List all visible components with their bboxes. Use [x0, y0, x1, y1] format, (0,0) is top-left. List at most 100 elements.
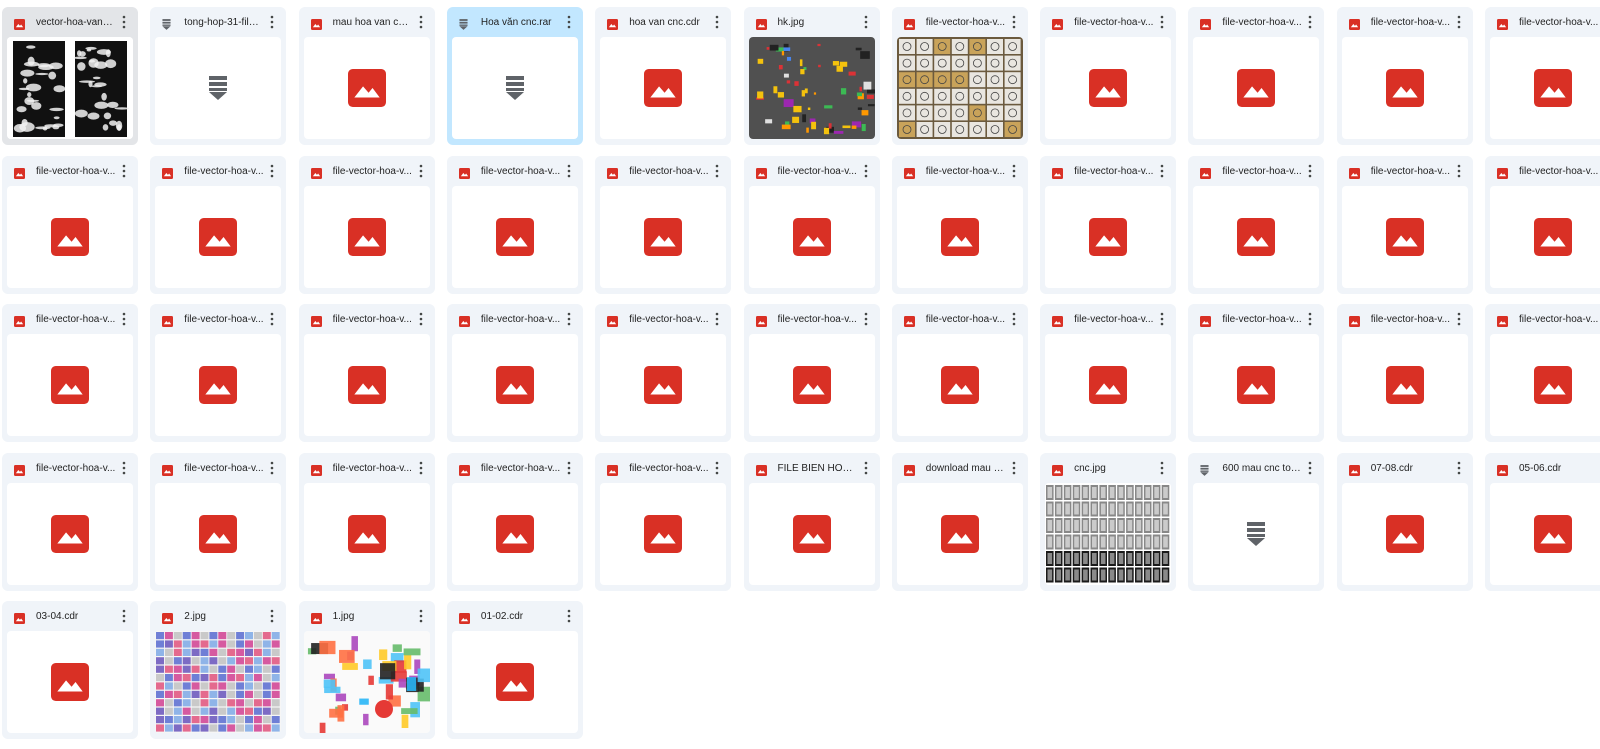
file-card[interactable]: file-vector-hoa-v... — [1336, 304, 1473, 442]
file-thumbnail[interactable] — [600, 482, 727, 585]
file-card[interactable]: file-vector-hoa-v... — [891, 155, 1028, 294]
file-card-header[interactable]: file-vector-hoa-v... — [892, 304, 1028, 332]
file-card[interactable]: file-vector-hoa-v... — [298, 452, 435, 591]
more-options-icon[interactable] — [711, 14, 723, 30]
file-card[interactable]: download mau h... — [891, 452, 1028, 591]
file-card-header[interactable]: file-vector-hoa-v... — [1188, 156, 1324, 184]
file-card-header[interactable]: file-vector-hoa-v... — [150, 156, 286, 184]
file-card-header[interactable]: file-vector-hoa-v... — [892, 156, 1028, 184]
more-options-icon[interactable] — [1156, 163, 1168, 179]
more-options-icon[interactable] — [266, 163, 278, 179]
file-card-header[interactable]: file-vector-hoa-v... — [150, 453, 286, 481]
file-thumbnail[interactable] — [451, 482, 578, 585]
file-card-header[interactable]: hk.jpg — [744, 7, 880, 35]
file-thumbnail[interactable] — [600, 334, 727, 436]
file-card[interactable]: file-vector-hoa-v... — [891, 304, 1028, 442]
more-options-icon[interactable] — [266, 608, 278, 624]
file-thumbnail[interactable] — [303, 37, 430, 139]
file-card[interactable]: vector-hoa-van-l... — [2, 7, 138, 145]
file-thumbnail[interactable] — [896, 37, 1023, 139]
file-thumbnail[interactable] — [7, 482, 133, 585]
file-card-header[interactable]: file-vector-hoa-v... — [1337, 7, 1473, 35]
file-card[interactable]: file-vector-hoa-v... — [1485, 304, 1600, 442]
file-card-header[interactable]: 01-02.cdr — [447, 601, 583, 629]
file-card-header[interactable]: 1.jpg — [299, 601, 435, 629]
more-options-icon[interactable] — [860, 311, 872, 327]
file-thumbnail[interactable] — [896, 482, 1023, 585]
more-options-icon[interactable] — [118, 163, 130, 179]
file-card-header[interactable]: file-vector-hoa-v... — [1040, 156, 1176, 184]
more-options-icon[interactable] — [1304, 311, 1316, 327]
more-options-icon[interactable] — [1453, 460, 1465, 476]
file-card-header[interactable]: file-vector-hoa-v... — [744, 304, 880, 332]
file-card-header[interactable]: hoa van cnc.cdr — [595, 7, 731, 35]
file-card-header[interactable]: file-vector-hoa-v... — [892, 7, 1028, 35]
file-thumbnail[interactable] — [1045, 185, 1172, 288]
file-card[interactable]: FILE BIEN HONG ... — [743, 452, 880, 591]
more-options-icon[interactable] — [1304, 163, 1316, 179]
file-thumbnail[interactable] — [896, 185, 1023, 288]
file-thumbnail[interactable] — [1341, 37, 1468, 139]
file-card-header[interactable]: file-vector-hoa-v... — [1188, 7, 1324, 35]
file-card[interactable]: file-vector-hoa-v... — [1040, 7, 1177, 145]
file-card[interactable]: cnc.jpg — [1040, 452, 1177, 591]
more-options-icon[interactable] — [1008, 460, 1020, 476]
file-card[interactable]: 03-04.cdr — [2, 601, 138, 739]
file-card-header[interactable]: 03-04.cdr — [2, 601, 138, 629]
file-card[interactable]: file-vector-hoa-v... — [743, 304, 880, 442]
file-card[interactable]: hk.jpg — [743, 7, 880, 145]
file-card-header[interactable]: file-vector-hoa-v... — [299, 156, 435, 184]
file-thumbnail[interactable] — [1193, 37, 1320, 139]
file-card[interactable]: hoa van cnc.cdr — [595, 7, 732, 145]
more-options-icon[interactable] — [266, 14, 278, 30]
more-options-icon[interactable] — [563, 311, 575, 327]
file-card[interactable]: file-vector-hoa-v... — [446, 452, 583, 591]
file-card-header[interactable]: file-vector-hoa-v... — [447, 453, 583, 481]
more-options-icon[interactable] — [1304, 14, 1316, 30]
file-card[interactable]: file-vector-hoa-v... — [150, 304, 287, 442]
file-thumbnail[interactable] — [748, 185, 875, 288]
file-thumbnail[interactable] — [600, 37, 727, 139]
file-thumbnail[interactable] — [303, 334, 430, 436]
file-thumbnail[interactable] — [155, 631, 282, 733]
more-options-icon[interactable] — [415, 311, 427, 327]
file-thumbnail[interactable] — [451, 631, 578, 733]
more-options-icon[interactable] — [711, 311, 723, 327]
file-card-header[interactable]: file-vector-hoa-v... — [1337, 304, 1473, 332]
more-options-icon[interactable] — [563, 460, 575, 476]
file-card-header[interactable]: file-vector-hoa-v... — [595, 156, 731, 184]
file-card[interactable]: file-vector-hoa-v... — [1040, 304, 1177, 442]
file-card-header[interactable]: FILE BIEN HONG ... — [744, 453, 880, 481]
file-thumbnail[interactable] — [1490, 37, 1600, 139]
file-card[interactable]: file-vector-hoa-v... — [298, 304, 435, 442]
file-thumbnail[interactable] — [1341, 334, 1468, 436]
file-thumbnail[interactable] — [748, 482, 875, 585]
file-thumbnail[interactable] — [1045, 37, 1172, 139]
more-options-icon[interactable] — [1156, 14, 1168, 30]
more-options-icon[interactable] — [1453, 14, 1465, 30]
file-card[interactable]: file-vector-hoa-v... — [446, 155, 583, 294]
file-card[interactable]: file-vector-hoa-v... — [1485, 155, 1600, 294]
file-card-header[interactable]: mau hoa van con ... — [299, 7, 435, 35]
more-options-icon[interactable] — [415, 14, 427, 30]
file-thumbnail[interactable] — [7, 631, 133, 733]
file-card[interactable]: file-vector-hoa-v... — [298, 155, 435, 294]
file-card-header[interactable]: download mau h... — [892, 453, 1028, 481]
file-thumbnail[interactable] — [748, 334, 875, 436]
more-options-icon[interactable] — [266, 311, 278, 327]
file-card-header[interactable]: file-vector-hoa-v... — [150, 304, 286, 332]
file-card-header[interactable]: file-vector-hoa-v... — [299, 304, 435, 332]
more-options-icon[interactable] — [1156, 460, 1168, 476]
file-card[interactable]: file-vector-hoa-v... — [2, 452, 138, 591]
file-card[interactable]: file-vector-hoa-v... — [446, 304, 583, 442]
file-card[interactable]: file-vector-hoa-v... — [150, 155, 287, 294]
file-card[interactable]: 1.jpg — [298, 601, 435, 739]
more-options-icon[interactable] — [415, 163, 427, 179]
file-thumbnail[interactable] — [7, 37, 133, 139]
file-thumbnail[interactable] — [155, 185, 282, 288]
file-thumbnail[interactable] — [600, 185, 727, 288]
more-options-icon[interactable] — [118, 460, 130, 476]
file-card-header[interactable]: file-vector-hoa-v... — [2, 304, 138, 332]
file-thumbnail[interactable] — [7, 334, 133, 436]
file-card[interactable]: Hoa văn cnc.rar — [446, 7, 583, 145]
